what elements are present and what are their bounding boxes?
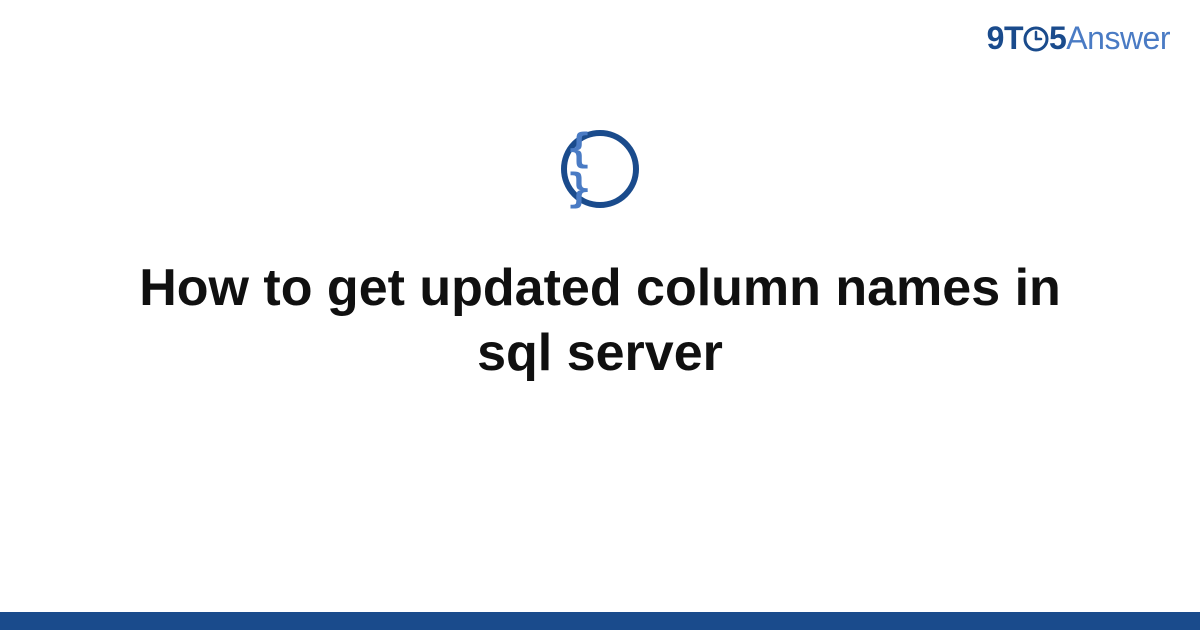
footer-bar (0, 612, 1200, 630)
brand-middle: 5 (1049, 20, 1066, 56)
page-title: How to get updated column names in sql s… (75, 256, 1125, 386)
braces-glyph: { } (567, 129, 633, 209)
brand-prefix: 9T (987, 20, 1023, 56)
code-braces-icon: { } (561, 130, 639, 208)
clock-icon (1023, 26, 1049, 52)
brand-logo: 9T 5Answer (987, 20, 1170, 57)
brand-suffix: Answer (1066, 20, 1170, 56)
main-content: { } How to get updated column names in s… (0, 130, 1200, 386)
